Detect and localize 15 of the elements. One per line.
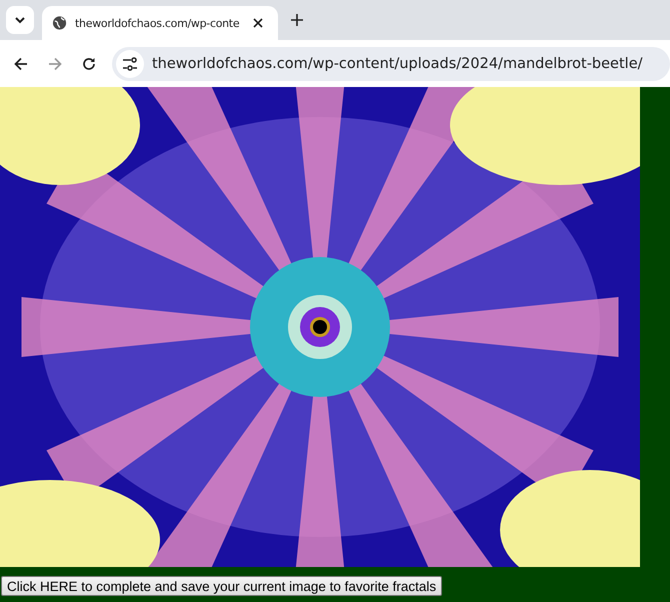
site-info-button[interactable] [116, 50, 144, 78]
tab-title: theworldofchaos.com/wp-conte [75, 16, 240, 30]
address-bar[interactable]: theworldofchaos.com/wp-content/uploads/2024/mandelbrot-beetle/ [112, 46, 670, 80]
close-icon [252, 18, 263, 28]
save-button[interactable]: Click HERE to complete and save your current image to favorite fractals [1, 576, 442, 596]
tab-list-button[interactable] [6, 6, 34, 34]
globe-icon [52, 15, 68, 31]
browser-tab[interactable]: theworldofchaos.com/wp-conte [42, 6, 278, 40]
forward-arrow-icon [48, 56, 62, 70]
plus-icon [291, 14, 303, 26]
chevron-down-icon [14, 16, 26, 24]
back-arrow-icon [14, 56, 28, 70]
url-text: theworldofchaos.com/wp-content/uploads/2024/mandelbrot-beetle/ [152, 56, 642, 72]
tune-icon [122, 56, 138, 70]
reload-icon [82, 56, 96, 70]
